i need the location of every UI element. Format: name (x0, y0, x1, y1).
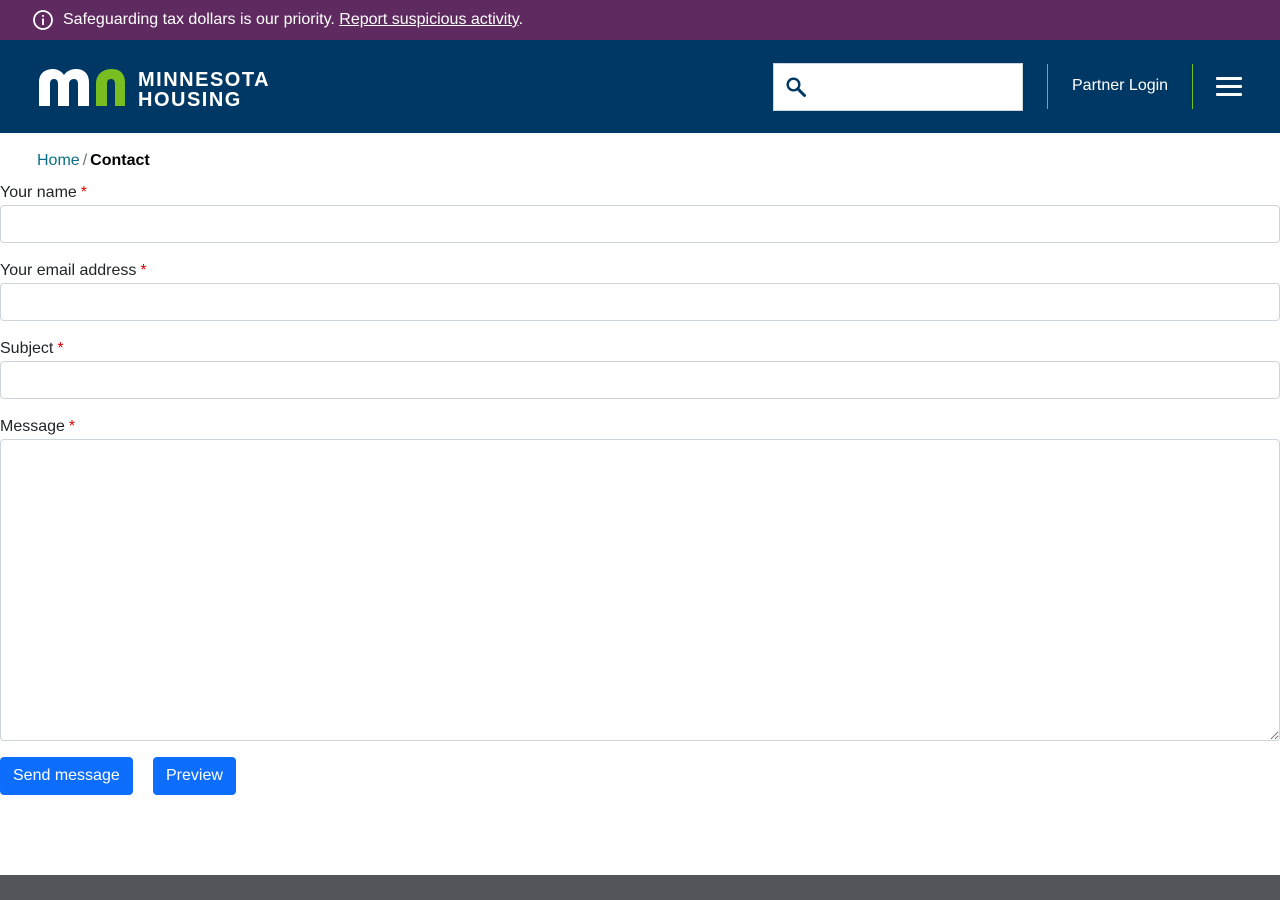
minnesota-housing-logo[interactable]: MINNESOTA HOUSING (38, 68, 278, 111)
subject-field[interactable] (0, 361, 1280, 399)
logo-text-minnesota: MINNESOTA (138, 69, 270, 91)
required-mark: * (140, 262, 147, 279)
breadcrumb: Home / Contact (37, 152, 150, 170)
search-icon[interactable] (785, 76, 807, 98)
required-mark: * (57, 340, 64, 357)
breadcrumb-separator: / (82, 152, 88, 169)
name-label: Your name * (0, 184, 87, 202)
breadcrumb-home[interactable]: Home (37, 152, 80, 169)
name-label-text: Your name (0, 184, 77, 201)
subject-label: Subject * (0, 340, 64, 358)
required-mark: * (80, 184, 88, 201)
site-footer (0, 875, 1280, 900)
breadcrumb-current: Contact (90, 152, 150, 169)
send-message-button[interactable]: Send message (0, 757, 133, 795)
mn-logo-icon: MINNESOTA HOUSING (39, 69, 270, 111)
alert-message: Safeguarding tax dollars is our priority… (63, 11, 523, 29)
site-search (773, 63, 1023, 111)
message-label: Message * (0, 418, 75, 436)
name-field[interactable] (0, 205, 1280, 243)
subject-label-text: Subject (0, 340, 54, 357)
alert-text: Safeguarding tax dollars is our priority… (63, 11, 340, 28)
partner-login-link[interactable]: Partner Login (1072, 77, 1168, 95)
header-divider (1047, 64, 1048, 109)
info-icon (33, 10, 53, 30)
site-header: MINNESOTA HOUSING Partner Login (0, 40, 1280, 133)
header-divider (1192, 64, 1193, 109)
report-suspicious-activity-link[interactable]: Report suspicious activity (339, 11, 518, 28)
email-label: Your email address * (0, 262, 147, 280)
message-field[interactable] (0, 439, 1280, 741)
email-field[interactable] (0, 283, 1280, 321)
logo-text-housing: HOUSING (138, 89, 242, 108)
alert-suffix: . (518, 11, 524, 28)
preview-button[interactable]: Preview (153, 757, 236, 795)
alert-banner: Safeguarding tax dollars is our priority… (0, 0, 1280, 40)
search-input[interactable] (816, 68, 1016, 106)
message-label-text: Message (0, 418, 65, 435)
required-mark: * (68, 418, 76, 435)
hamburger-menu-icon[interactable] (1216, 77, 1242, 97)
email-label-text: Your email address (0, 262, 137, 279)
